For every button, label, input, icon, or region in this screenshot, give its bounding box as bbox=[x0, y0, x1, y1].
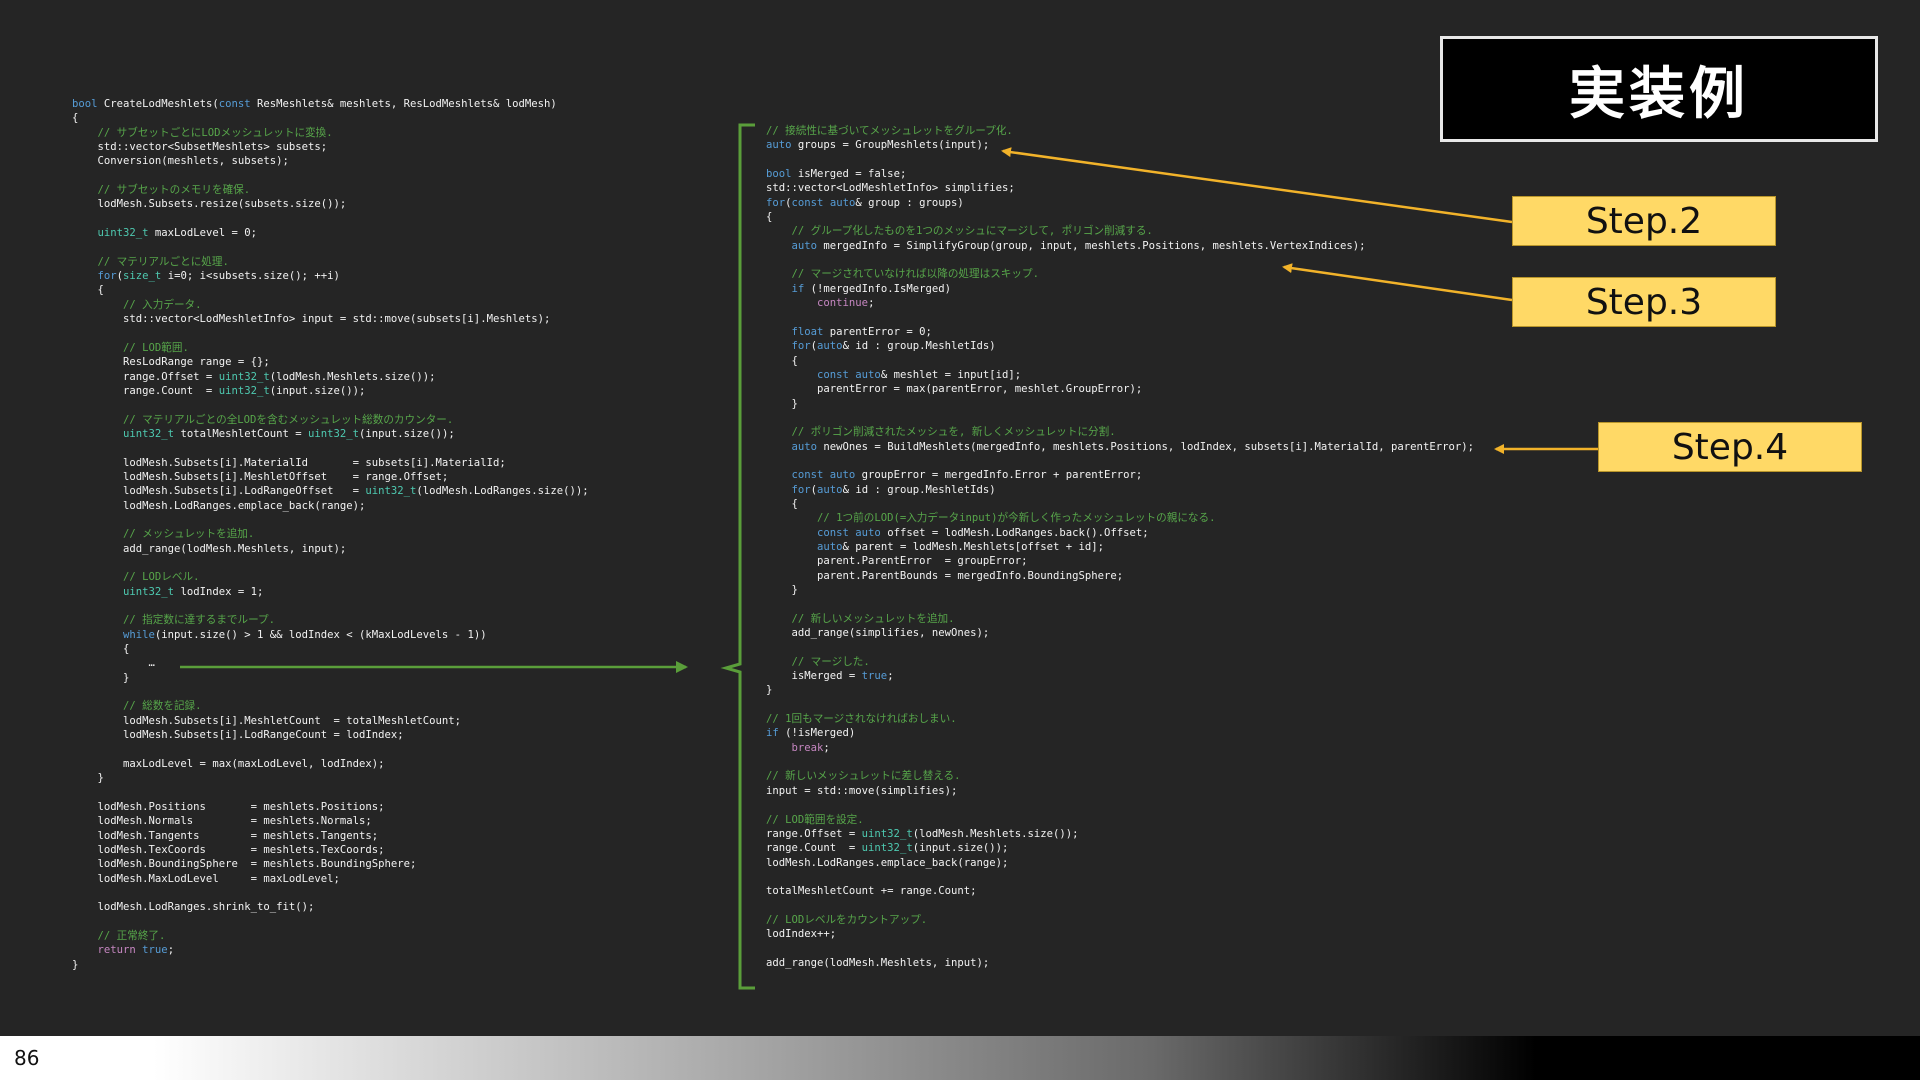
page-number: 86 bbox=[14, 1046, 40, 1070]
footer-bar bbox=[0, 1036, 1920, 1080]
step-3-arrow bbox=[1282, 263, 1513, 302]
code-bracket bbox=[720, 123, 755, 990]
annotation-overlay bbox=[180, 123, 1598, 990]
step-2-arrow bbox=[1001, 147, 1513, 224]
